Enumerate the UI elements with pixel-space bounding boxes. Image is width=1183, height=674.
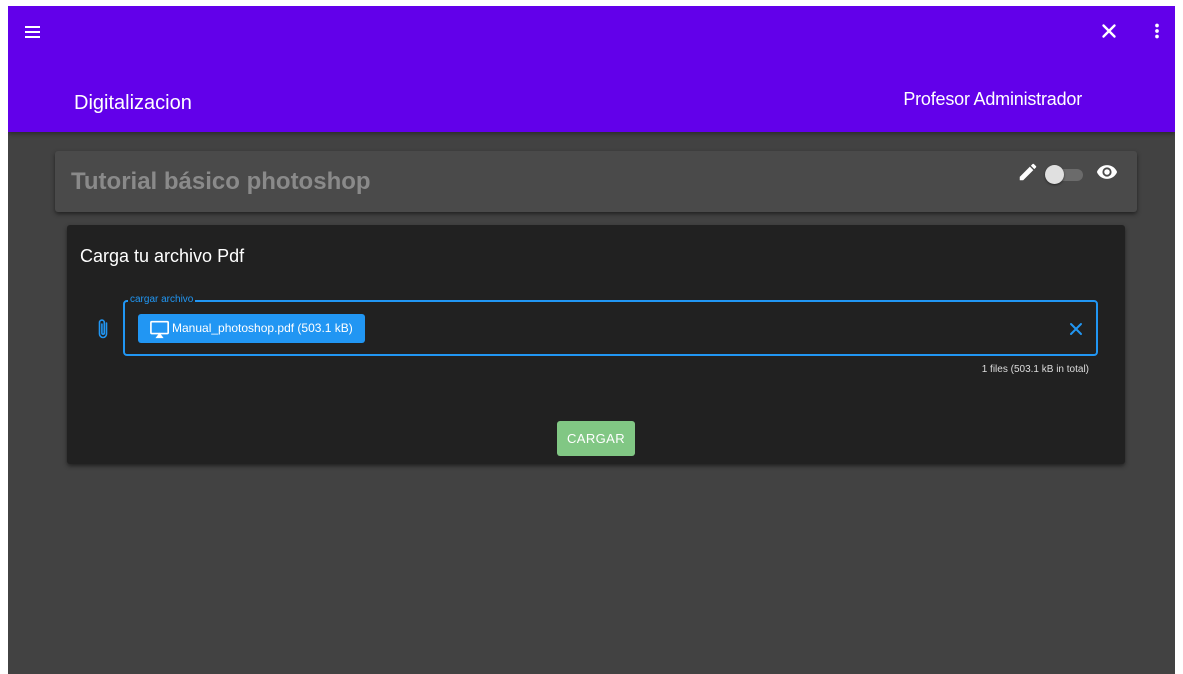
user-name: Profesor Administrador (903, 89, 1082, 109)
attach-button[interactable] (95, 317, 111, 341)
clear-file-button[interactable] (1066, 319, 1086, 339)
app-root: Digitalizacion Profesor Administrador Tu… (8, 6, 1175, 674)
menu-icon-bar (25, 31, 40, 33)
cast-icon (150, 320, 169, 338)
document-header-card: Tutorial básico photoshop (55, 151, 1137, 212)
menu-button[interactable] (22, 20, 44, 42)
paperclip-icon (98, 319, 108, 339)
menu-icon-bar (25, 36, 40, 38)
toggle-thumb (1045, 165, 1064, 184)
close-icon (1070, 323, 1082, 335)
app-title: Digitalizacion (74, 92, 192, 114)
file-input-field[interactable]: cargar archivo Manual_photoshop.pdf (503… (123, 294, 1098, 356)
eye-icon (1096, 165, 1118, 179)
file-count-summary: 1 files (503.1 kB in total) (981, 364, 1089, 375)
close-button[interactable] (1098, 20, 1120, 42)
file-chip[interactable]: Manual_photoshop.pdf (503.1 kB) (138, 314, 365, 343)
cargar-button[interactable]: CARGAR (557, 421, 635, 456)
close-icon (1102, 24, 1116, 38)
file-field-label: cargar archivo (128, 294, 196, 306)
edit-button[interactable] (1017, 161, 1039, 183)
more-vert-icon (1155, 23, 1159, 39)
file-chip-label: Manual_photoshop.pdf (503.1 kB) (172, 321, 353, 335)
upload-card: Carga tu archivo Pdf cargar archivo Manu… (67, 225, 1125, 464)
visibility-toggle[interactable] (1045, 164, 1085, 184)
menu-icon-bar (25, 26, 40, 28)
document-title: Tutorial básico photoshop (71, 168, 371, 195)
view-button[interactable] (1095, 161, 1119, 183)
pencil-icon (1019, 163, 1037, 181)
upload-heading: Carga tu archivo Pdf (80, 246, 245, 266)
top-toolbar: Digitalizacion Profesor Administrador (8, 6, 1175, 132)
more-options-button[interactable] (1146, 20, 1168, 42)
